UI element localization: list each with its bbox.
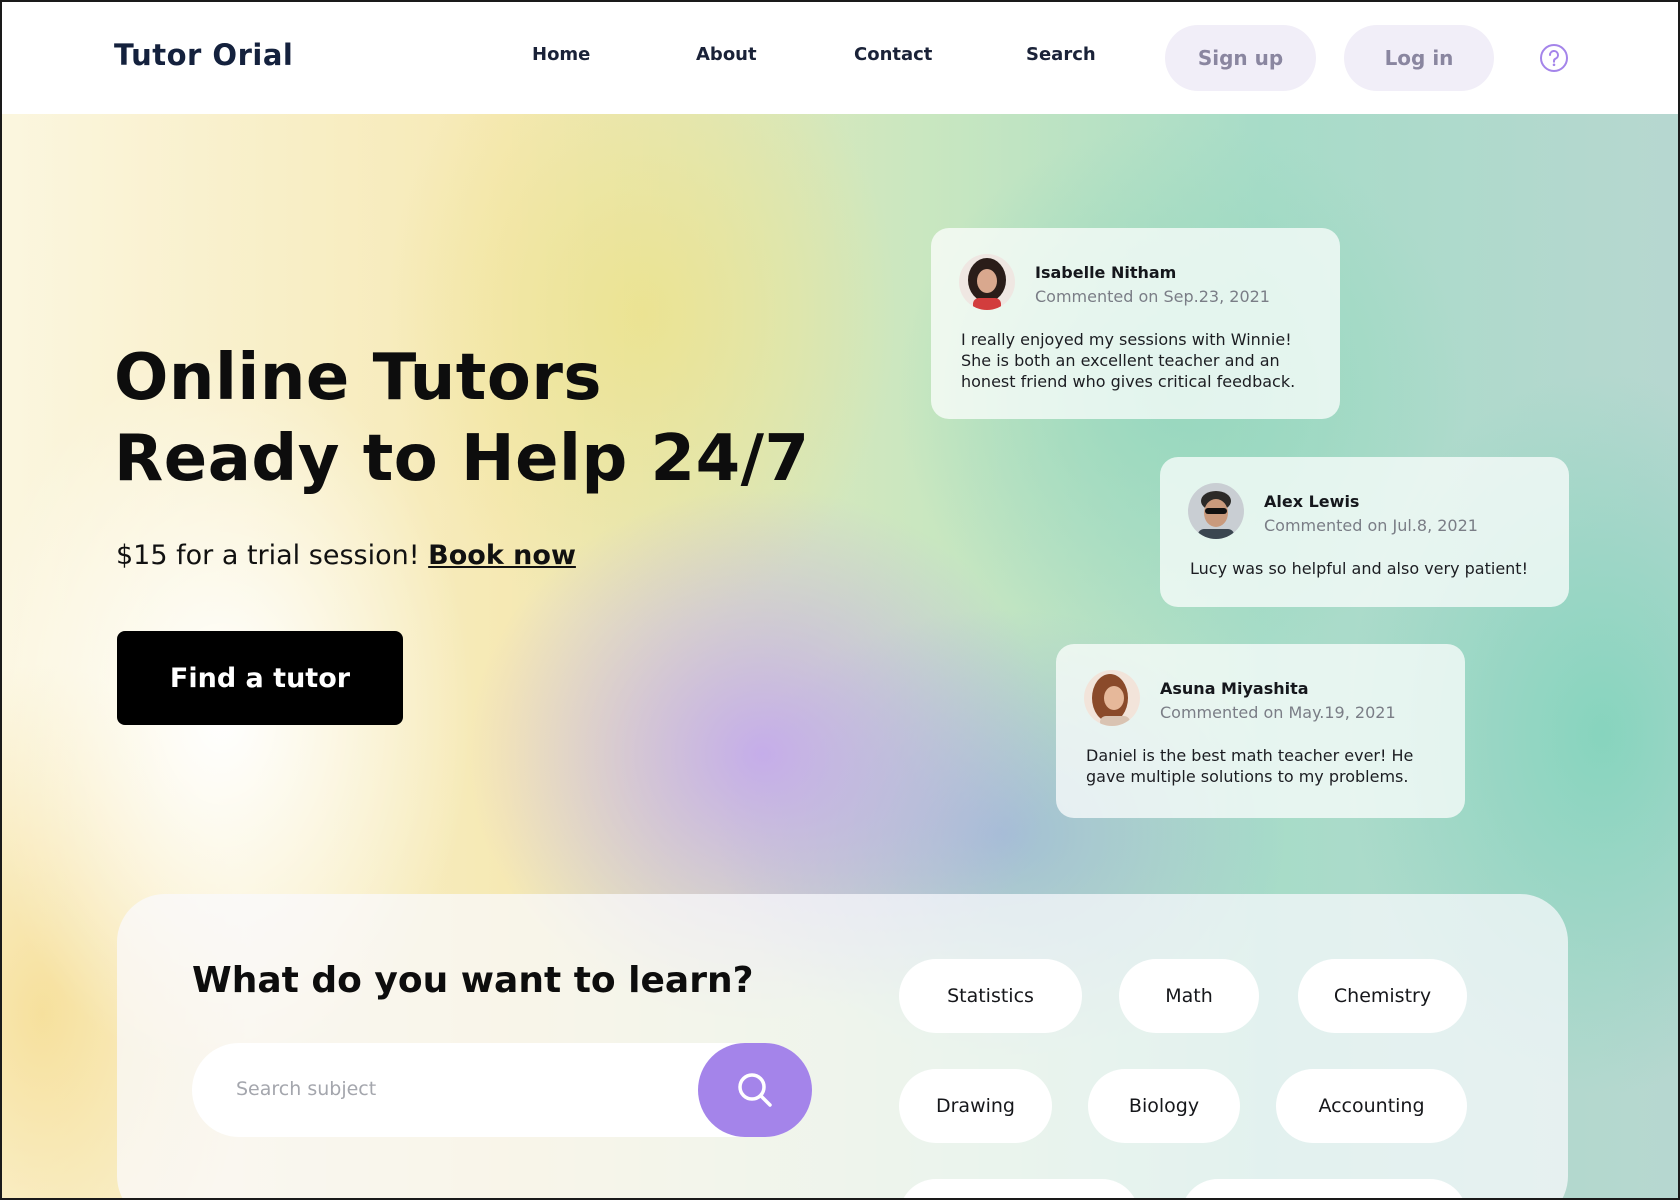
subject-chip-drawing[interactable]: Drawing: [899, 1069, 1052, 1143]
page-frame: Tutor Orial Home About Contact Search Si…: [0, 0, 1680, 1200]
commenter-name: Isabelle Nitham: [1035, 263, 1177, 282]
search-icon: [738, 1073, 772, 1107]
learn-title: What do you want to learn?: [192, 960, 754, 1001]
subject-chip-chemistry[interactable]: Chemistry: [1298, 959, 1467, 1033]
subject-search-box: [192, 1043, 812, 1137]
comment-date: Commented on Jul.8, 2021: [1264, 516, 1478, 535]
avatar: [959, 254, 1015, 310]
trial-offer-text: $15 for a trial session!: [116, 540, 420, 571]
comment-text: Lucy was so helpful and also very patien…: [1190, 559, 1528, 578]
comment-card: Asuna Miyashita Commented on May.19, 202…: [1056, 644, 1465, 818]
subject-chip-math[interactable]: Math: [1119, 959, 1259, 1033]
trial-offer: $15 for a trial session! Book now: [116, 540, 576, 571]
comment-text: Daniel is the best math teacher ever! He…: [1086, 746, 1414, 786]
subject-chip-accounting[interactable]: Accounting: [1276, 1069, 1467, 1143]
avatar: [1188, 483, 1244, 539]
comment-card: Isabelle Nitham Commented on Sep.23, 202…: [931, 228, 1340, 419]
commenter-name: Asuna Miyashita: [1160, 679, 1309, 698]
comment-date: Commented on Sep.23, 2021: [1035, 287, 1270, 306]
subject-chip[interactable]: [1181, 1179, 1467, 1198]
book-now-link[interactable]: Book now: [428, 540, 576, 571]
login-button[interactable]: Log in: [1344, 25, 1494, 91]
hero-title-line-2: Ready to Help 24/7: [114, 422, 810, 496]
learn-panel: What do you want to learn? Statistics Ma…: [117, 894, 1568, 1198]
hero-title-line-1: Online Tutors: [114, 341, 602, 415]
nav-about[interactable]: About: [696, 44, 757, 65]
subject-chip-biology[interactable]: Biology: [1088, 1069, 1240, 1143]
comment-date: Commented on May.19, 2021: [1160, 703, 1396, 722]
help-circle-icon[interactable]: [1539, 43, 1569, 73]
nav-search[interactable]: Search: [1026, 44, 1096, 65]
commenter-name: Alex Lewis: [1264, 492, 1360, 511]
nav-contact[interactable]: Contact: [854, 44, 932, 65]
find-tutor-button[interactable]: Find a tutor: [117, 631, 403, 725]
signup-button[interactable]: Sign up: [1165, 25, 1316, 91]
comment-card: Alex Lewis Commented on Jul.8, 2021 Lucy…: [1160, 457, 1569, 607]
top-header: Tutor Orial Home About Contact Search Si…: [2, 2, 1678, 114]
subject-search-input[interactable]: [236, 1071, 656, 1107]
nav-home[interactable]: Home: [532, 44, 590, 65]
logo[interactable]: Tutor Orial: [114, 38, 293, 72]
subject-chip[interactable]: [899, 1179, 1139, 1198]
search-button[interactable]: [698, 1043, 812, 1137]
comment-text: I really enjoyed my sessions with Winnie…: [961, 330, 1296, 391]
avatar: [1084, 670, 1140, 726]
subject-chip-statistics[interactable]: Statistics: [899, 959, 1082, 1033]
hero-title: Online Tutors Ready to Help 24/7: [114, 338, 810, 500]
